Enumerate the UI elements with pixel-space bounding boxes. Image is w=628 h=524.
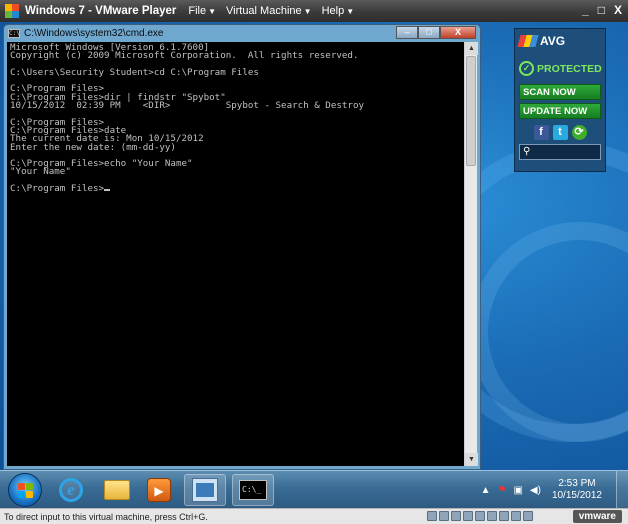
show-desktop-button[interactable] [616,471,628,509]
usb-icon[interactable] [475,511,485,521]
clock-time: 2:53 PM [558,478,596,489]
taskbar-cmd[interactable]: C:\_ [232,474,274,506]
taskbar: e ▶ C:\_ ▲ ⚑ ▣ ◀) 2:53 PM 10/15/2012 [0,470,628,509]
chevron-down-icon: ▼ [208,7,217,16]
taskbar-internet-explorer[interactable]: e [50,474,92,506]
vmware-menu: File ▼ Virtual Machine ▼ Help ▼ [188,5,354,17]
avg-search-input[interactable]: ⚲ [519,144,601,160]
avg-logo-icon [517,35,539,47]
taskbar-media-player[interactable]: ▶ [138,474,180,506]
cmd-window-controls: – □ X [396,26,476,39]
system-tray: ▲ ⚑ ▣ ◀) 2:53 PM 10/15/2012 [481,471,628,509]
console-text: Microsoft Windows [Version 6.1.7600] Cop… [10,42,365,195]
vmware-titlebar: Windows 7 - VMware Player File ▼ Virtual … [0,0,628,22]
cmd-close-button[interactable]: X [440,26,476,39]
avg-brand: AVG [540,34,566,48]
cmd-minimize-button[interactable]: – [396,26,418,39]
window-icon [192,478,218,502]
cmd-maximize-button[interactable]: □ [418,26,440,39]
vmware-window-title: Windows 7 - VMware Player [25,5,177,17]
volume-icon[interactable]: ◀) [530,485,541,496]
maximize-button[interactable]: □ [598,3,605,17]
action-center-flag-icon[interactable]: ⚑ [497,485,506,496]
taskbar-gadget-window[interactable] [184,474,226,506]
internet-explorer-icon: e [59,478,83,502]
show-hidden-icons-icon[interactable]: ▲ [481,485,491,496]
menu-file[interactable]: File ▼ [188,5,216,17]
avg-gadget: AVG ✓ PROTECTED SCAN NOW UPDATE NOW f t … [514,28,606,172]
scroll-up-icon[interactable]: ▲ [465,42,478,55]
cd-drive-icon[interactable] [439,511,449,521]
menu-help[interactable]: Help ▼ [322,5,355,17]
guest-desktop[interactable]: C:\ C:\Windows\system32\cmd.exe – □ X Mi… [0,22,628,470]
magnifier-icon: ⚲ [523,146,531,157]
scan-now-button[interactable]: SCAN NOW [519,84,601,100]
console-area[interactable]: Microsoft Windows [Version 6.1.7600] Cop… [7,42,478,466]
scroll-down-icon[interactable]: ▼ [465,453,478,466]
avg-social-links: f t ⟳ [515,125,605,140]
vertical-scrollbar[interactable]: ▲ ▼ [464,42,478,466]
chevron-down-icon: ▼ [346,7,355,16]
start-button[interactable] [8,473,42,507]
refresh-icon[interactable]: ⟳ [571,125,587,140]
close-button[interactable]: X [614,3,622,17]
printer-icon[interactable] [499,511,509,521]
sound-icon[interactable] [487,511,497,521]
twitter-icon[interactable]: t [552,125,568,140]
clock-date: 10/15/2012 [551,490,602,501]
floppy-icon[interactable] [451,511,461,521]
vmware-logo-icon [5,4,19,18]
hard-disk-icon[interactable] [427,511,437,521]
windows-logo-icon [18,483,34,499]
taskbar-windows-explorer[interactable] [96,474,138,506]
vmware-brand: vmware [572,510,622,523]
cmd-window[interactable]: C:\ C:\Windows\system32\cmd.exe – □ X Mi… [3,24,481,470]
folder-icon [104,480,130,500]
checkmark-icon: ✓ [519,61,534,76]
display-icon[interactable] [511,511,521,521]
cmd-icon: C:\ [8,28,20,38]
avg-status: ✓ PROTECTED [515,61,605,76]
text-cursor [104,189,111,192]
clock[interactable]: 2:53 PM 10/15/2012 [552,478,602,502]
status-hint: To direct input to this virtual machine,… [4,511,208,522]
command-prompt-icon: C:\_ [239,480,267,500]
media-player-icon: ▶ [147,478,171,502]
chevron-down-icon: ▼ [303,7,312,16]
facebook-icon[interactable]: f [533,125,549,140]
minimize-button[interactable]: _ [582,3,589,17]
cmd-window-title: C:\Windows\system32\cmd.exe [24,27,164,39]
scrollbar-thumb[interactable] [466,56,476,166]
menu-virtual-machine[interactable]: Virtual Machine ▼ [226,5,312,17]
vmware-statusbar: To direct input to this virtual machine,… [0,508,628,524]
avg-header: AVG [515,29,605,53]
device-status-icons [427,511,533,521]
cmd-titlebar[interactable]: C:\ C:\Windows\system32\cmd.exe – □ X [4,25,480,41]
vmware-window-controls: _ □ X [582,3,622,17]
console-output: Microsoft Windows [Version 6.1.7600] Cop… [10,42,462,195]
update-now-button[interactable]: UPDATE NOW [519,103,601,119]
network-icon[interactable]: ▣ [513,485,522,496]
avg-status-text: PROTECTED [537,62,602,75]
messages-icon[interactable] [523,511,533,521]
network-adapter-icon[interactable] [463,511,473,521]
